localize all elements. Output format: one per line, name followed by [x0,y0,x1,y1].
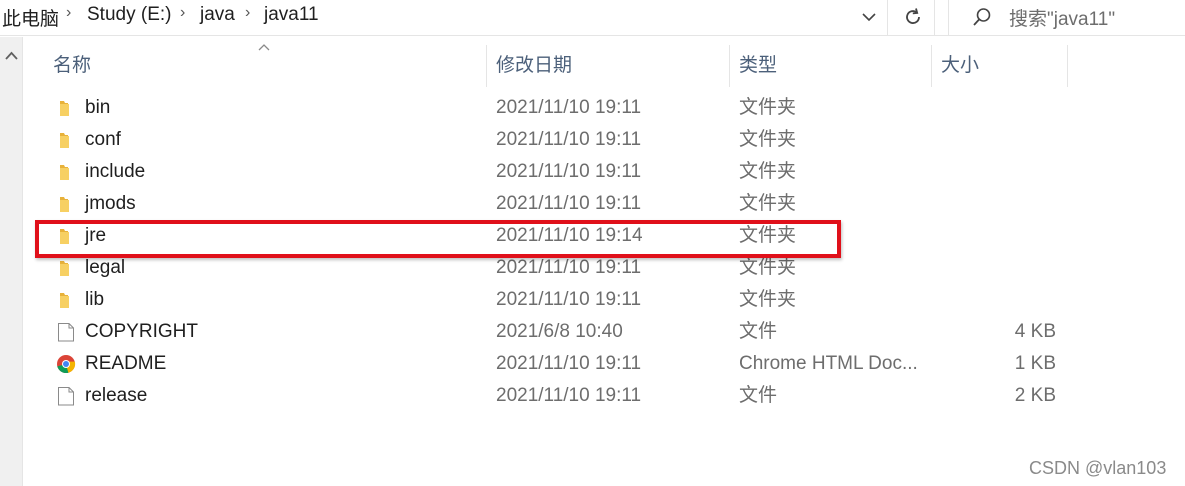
list-item[interactable]: include 2021/11/10 19:11 文件夹 [23,156,1185,188]
column-divider[interactable] [486,45,487,87]
file-type: 文件夹 [739,129,797,150]
breadcrumb-this-pc[interactable]: 此电脑 [2,4,59,31]
file-size [993,284,1056,316]
file-size [993,124,1056,156]
file-type: 文件夹 [739,97,797,118]
file-date: 2021/6/8 10:40 [496,321,623,342]
list-item[interactable]: COPYRIGHT 2021/6/8 10:40 文件 4 KB [23,316,1185,348]
file-date: 2021/11/10 19:11 [496,289,642,310]
file-name: conf [85,129,121,150]
watermark: CSDN @vlan103 [1029,458,1167,478]
file-date: 2021/11/10 19:11 [496,193,642,214]
column-header-date[interactable]: 修改日期 [488,45,728,87]
file-name: jre [85,225,107,246]
file-size [993,220,1056,252]
file-date: 2021/11/10 19:11 [496,129,642,150]
file-size: 2 KB [1014,385,1056,406]
column-headers: 名称 修改日期 类型 大小 [23,37,1185,87]
file-date: 2021/11/10 19:14 [496,225,643,246]
file-type: 文件夹 [739,289,797,310]
file-name: release [85,385,148,406]
file-name: bin [85,97,111,118]
file-type: 文件夹 [739,161,797,182]
folder-icon [60,101,69,116]
column-header-type[interactable]: 类型 [731,45,931,87]
file-name: jmods [85,193,136,214]
folder-icon [60,133,69,148]
refresh-button[interactable] [891,0,935,35]
file-type: 文件夹 [739,257,797,278]
column-divider[interactable] [729,45,730,87]
file-date: 2021/11/10 19:11 [496,257,642,278]
folder-icon [60,261,69,276]
file-type: 文件 [739,385,778,406]
file-size: 1 KB [1014,353,1056,374]
column-header-size[interactable]: 大小 [933,45,1067,87]
toolbar: 此电脑 › Study (E:) › java › java11 搜索"java… [0,0,1185,36]
column-divider[interactable] [931,45,932,87]
column-header-name[interactable]: 名称 [45,45,485,87]
search-box[interactable]: 搜索"java11" [948,0,1185,35]
list-item[interactable]: lib 2021/11/10 19:11 文件夹 [23,284,1185,316]
file-name: COPYRIGHT [85,321,198,342]
chevron-up-icon [5,51,18,60]
search-icon [973,8,991,26]
file-date: 2021/11/10 19:11 [496,385,642,406]
list-item[interactable]: jre 2021/11/10 19:14 文件夹 [23,220,1185,252]
file-type: 文件夹 [739,225,797,246]
file-type: 文件夹 [739,193,797,214]
list-item[interactable]: legal 2021/11/10 19:11 文件夹 [23,252,1185,284]
file-size [993,92,1056,124]
folder-icon [60,197,69,212]
list-item[interactable]: conf 2021/11/10 19:11 文件夹 [23,124,1185,156]
file-date: 2021/11/10 19:11 [496,353,642,374]
file-name: lib [85,289,105,310]
list-item[interactable]: jmods 2021/11/10 19:11 文件夹 [23,188,1185,220]
scroll-up-button[interactable] [3,49,20,63]
file-type: 文件 [739,321,778,342]
file-size: 4 KB [1014,321,1056,342]
list-item[interactable]: release 2021/11/10 19:11 文件 2 KB [23,380,1185,412]
breadcrumb-java[interactable]: java [200,4,235,26]
chevron-right-icon[interactable]: › [66,4,71,22]
scrollbar[interactable] [0,37,23,486]
file-size [993,156,1056,188]
column-divider[interactable] [1067,45,1068,87]
refresh-icon [905,8,920,24]
file-name: README [85,353,167,374]
address-bar[interactable]: 此电脑 › Study (E:) › java › java11 [0,0,888,35]
list-item[interactable]: README 2021/11/10 19:11 Chrome HTML Doc.… [23,348,1185,380]
file-name: legal [85,257,126,278]
chrome-icon [57,355,76,374]
breadcrumb-drive[interactable]: Study (E:) [87,4,171,26]
file-type: Chrome HTML Doc... [739,353,918,374]
list-item[interactable]: bin 2021/11/10 19:11 文件夹 [23,92,1185,124]
folder-icon [60,293,69,308]
chevron-right-icon[interactable]: › [245,4,250,22]
chevron-right-icon[interactable]: › [180,4,185,22]
file-size [993,252,1056,284]
breadcrumb-java11[interactable]: java11 [264,4,319,26]
file-date: 2021/11/10 19:11 [496,97,642,118]
file-size [993,188,1056,220]
file-icon [58,387,74,406]
file-date: 2021/11/10 19:11 [496,161,642,182]
search-input[interactable]: 搜索"java11" [1009,4,1115,31]
file-name: include [85,161,146,182]
folder-icon [60,229,69,244]
folder-icon [60,165,69,180]
file-icon [58,323,74,342]
chevron-down-icon[interactable] [855,4,883,30]
